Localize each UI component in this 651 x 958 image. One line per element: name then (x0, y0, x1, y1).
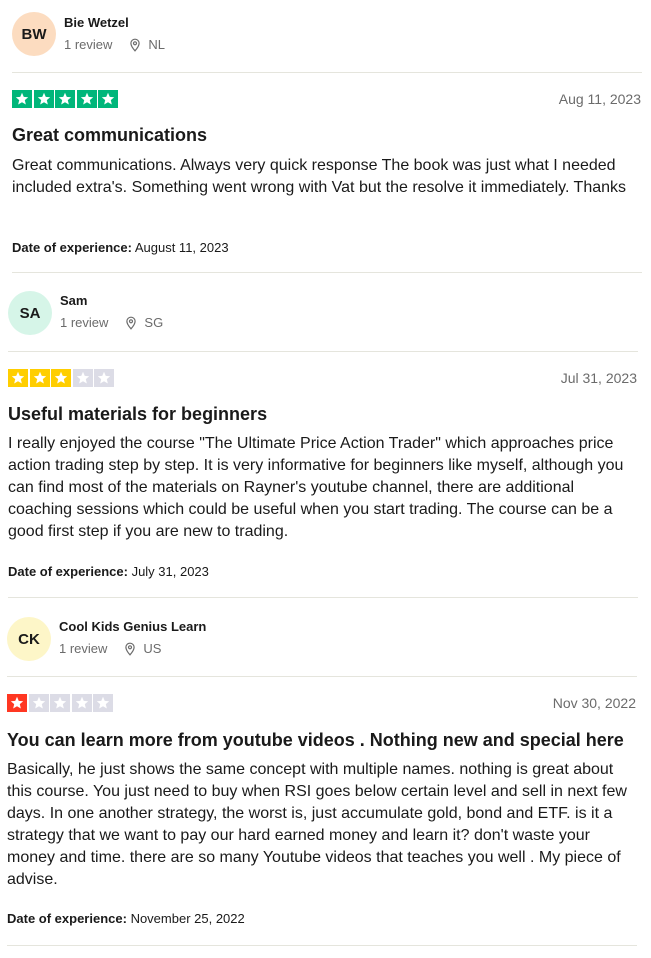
review-date: Nov 30, 2022 (552, 695, 636, 711)
star-icon (28, 694, 49, 712)
star-icon (50, 694, 70, 712)
experience-value: November 25, 2022 (130, 911, 245, 926)
divider (7, 676, 637, 677)
star-icon (71, 694, 92, 712)
avatar[interactable]: CK (7, 617, 51, 661)
star-icon (7, 694, 27, 712)
star-icon (93, 694, 113, 712)
review-title[interactable]: You can learn more from youtube videos .… (7, 730, 624, 751)
reviewer-name[interactable]: Cool Kids Genius Learn (59, 619, 206, 634)
reviewer-meta: 1 review US (59, 641, 161, 656)
review-body: Basically, he just shows the same concep… (7, 761, 627, 888)
location-pin-icon (125, 642, 136, 656)
experience-label: Date of experience: (7, 911, 127, 926)
review-count[interactable]: 1 review (59, 641, 107, 656)
reviewer-country: US (143, 641, 162, 656)
experience-date: Date of experience: November 25, 2022 (7, 911, 245, 926)
review-card: CK Cool Kids Genius Learn 1 review US No… (0, 0, 651, 958)
divider (7, 945, 637, 946)
star-rating (7, 694, 115, 712)
